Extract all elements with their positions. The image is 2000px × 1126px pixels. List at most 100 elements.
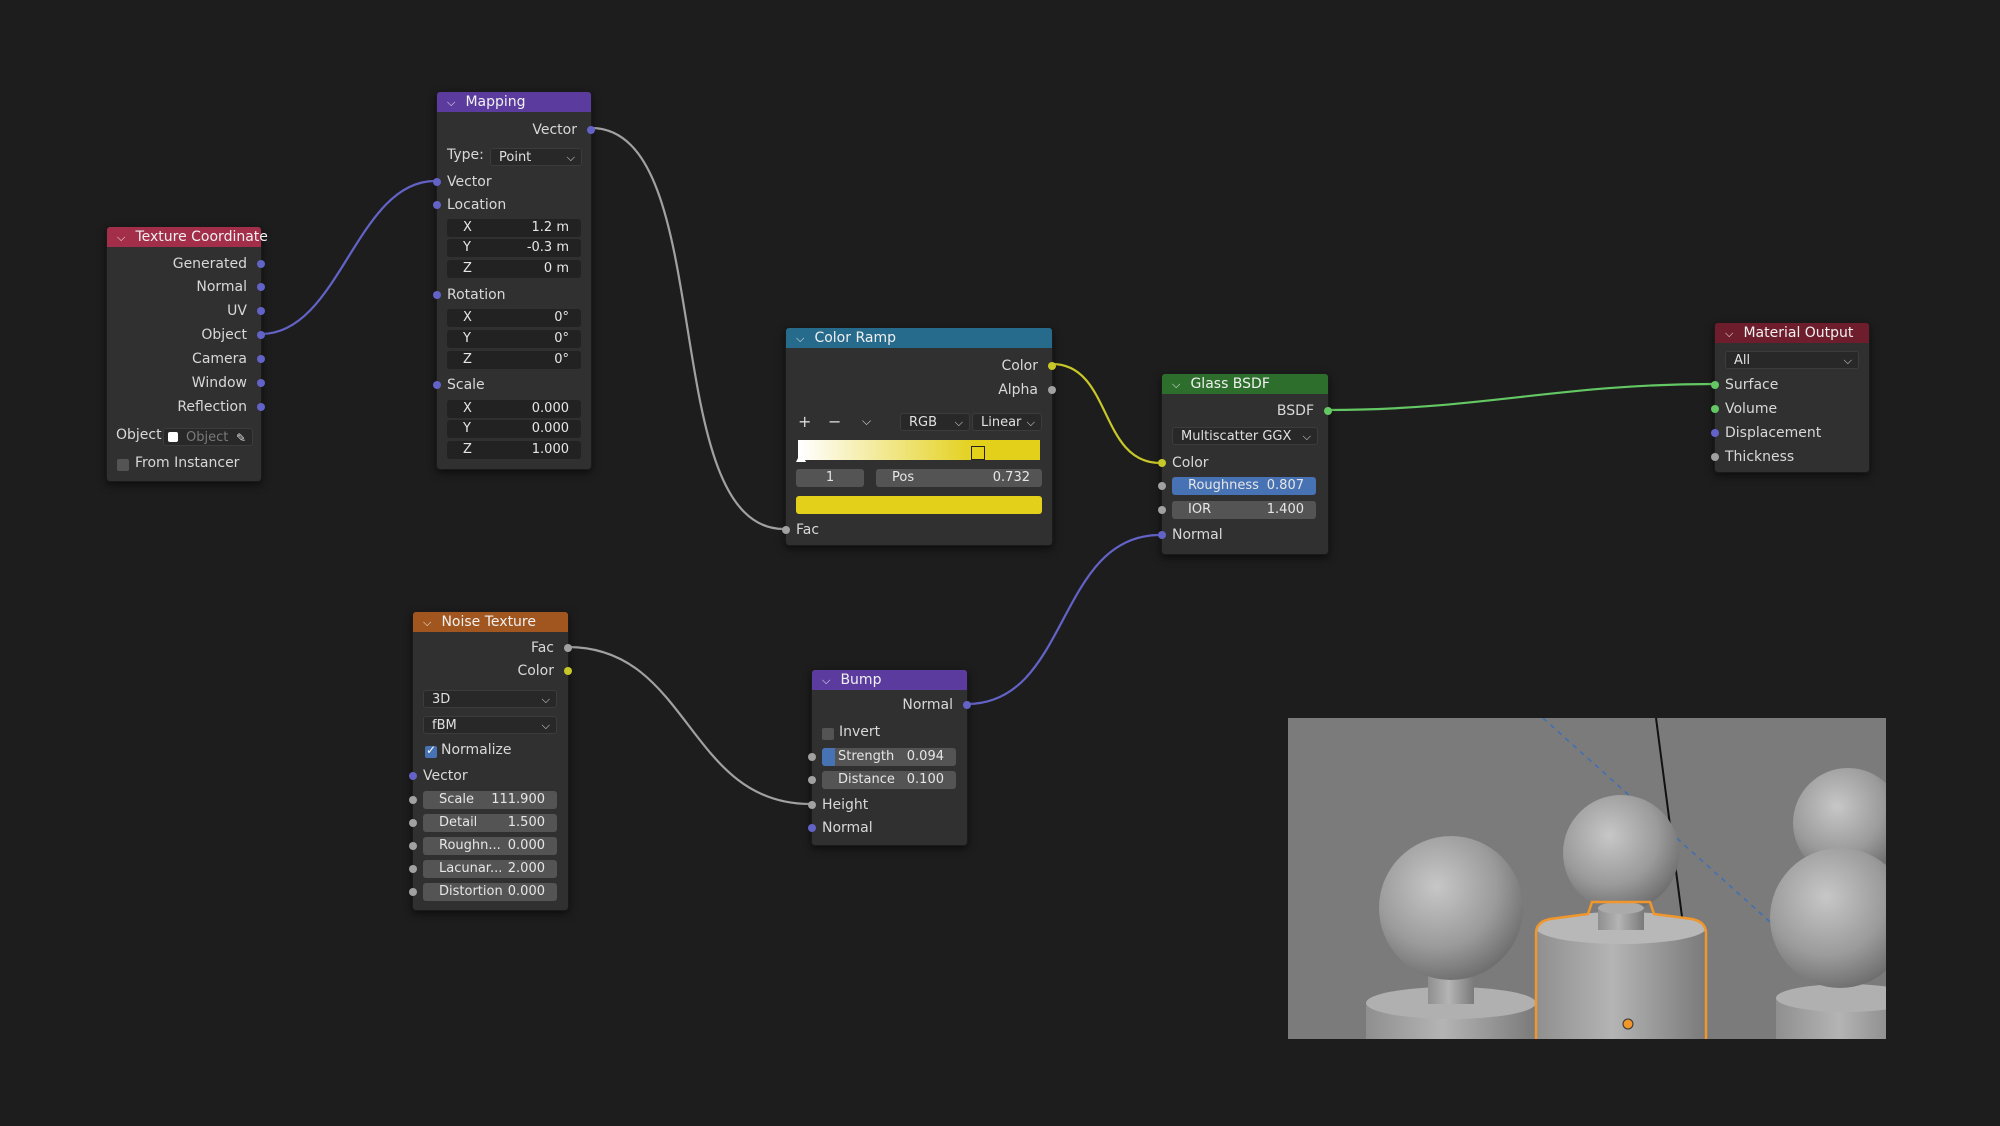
socket-color-out[interactable]: [564, 667, 572, 675]
distribution-dropdown[interactable]: Multiscatter GGX ⌵: [1172, 427, 1318, 445]
chevron-down-icon: ⌵: [1302, 430, 1311, 443]
socket-normal-in[interactable]: [1158, 531, 1166, 539]
ior-field[interactable]: IOR 1.400: [1172, 501, 1316, 519]
color-mode-dropdown[interactable]: RGB ⌵: [900, 413, 970, 431]
roughness-field[interactable]: Roughness 0.807: [1172, 477, 1316, 495]
socket-normal[interactable]: [257, 283, 265, 291]
chevron-down-icon[interactable]: ⌵: [423, 613, 437, 633]
stop-pos-field[interactable]: Pos 0.732: [876, 469, 1042, 487]
color-ramp-gradient[interactable]: [798, 440, 1040, 460]
color-ramp-node[interactable]: ⌵ Color Ramp Color Alpha + − ⌵ RGB ⌵ Lin…: [782, 327, 1056, 546]
target-dropdown[interactable]: All ⌵: [1725, 351, 1859, 369]
eyedropper-icon[interactable]: ✎: [236, 429, 246, 447]
socket-alpha-out[interactable]: [1048, 386, 1056, 394]
stop-handle-0[interactable]: [796, 452, 806, 462]
from-instancer-checkbox[interactable]: [117, 459, 129, 471]
invert-checkbox[interactable]: [822, 728, 834, 740]
socket-volume[interactable]: [1711, 405, 1719, 413]
socket-uv[interactable]: [257, 307, 265, 315]
remove-stop-button[interactable]: −: [828, 412, 841, 431]
rotation-y-field[interactable]: Y 0°: [447, 330, 581, 348]
socket-displacement[interactable]: [1711, 429, 1719, 437]
rotation-z-field[interactable]: Z 0°: [447, 351, 581, 369]
chevron-down-icon[interactable]: ⌵: [117, 228, 131, 248]
socket-color-in[interactable]: [1158, 459, 1166, 467]
socket-height[interactable]: [808, 801, 816, 809]
socket-scale[interactable]: [409, 796, 417, 804]
socket-detail[interactable]: [409, 819, 417, 827]
socket-fac-in[interactable]: [782, 526, 790, 534]
socket-vector-in[interactable]: [433, 178, 441, 186]
chevron-down-icon[interactable]: ⌵: [796, 329, 810, 349]
location-y-field[interactable]: Y -0.3 m: [447, 239, 581, 257]
socket-roughness[interactable]: [1158, 482, 1166, 490]
stop-handle-1[interactable]: [971, 446, 985, 460]
chevron-down-icon[interactable]: ⌵: [1172, 375, 1186, 395]
distortion-field[interactable]: Distortion 0.000: [423, 883, 557, 901]
dimensions-dropdown[interactable]: 3D ⌵: [423, 690, 557, 708]
socket-object[interactable]: [257, 331, 265, 339]
location-z-field[interactable]: Z0 m: [447, 260, 581, 278]
bump-node[interactable]: ⌵ Bump Normal Invert Strength 0.094 Dista…: [808, 669, 971, 846]
type-dropdown[interactable]: Point ⌵: [490, 148, 582, 166]
texture-coordinate-header[interactable]: ⌵ Texture Coordinate: [107, 227, 268, 248]
stop-index-field[interactable]: 1: [796, 469, 864, 487]
chevron-down-icon[interactable]: ⌵: [822, 671, 836, 691]
mapping-header[interactable]: ⌵ Mapping: [437, 92, 591, 112]
add-stop-button[interactable]: +: [798, 412, 811, 431]
rotation-x-field[interactable]: X 0°: [447, 309, 581, 327]
noise-texture-node[interactable]: ⌵ Noise Texture Fac Color 3D ⌵ fBM ⌵ Nor…: [409, 611, 572, 911]
socket-fac-out[interactable]: [564, 644, 572, 652]
socket-normal-in[interactable]: [808, 824, 816, 832]
chevron-down-icon[interactable]: ⌵: [1725, 324, 1739, 344]
mapping-node[interactable]: ⌵ Mapping Vector Type: Point ⌵ Vector Lo…: [433, 91, 595, 470]
socket-window[interactable]: [257, 379, 265, 387]
socket-surface[interactable]: [1711, 381, 1719, 389]
socket-roughness[interactable]: [409, 842, 417, 850]
glass-bsdf-node[interactable]: ⌵ Glass BSDF BSDF Multiscatter GGX ⌵ Col…: [1158, 373, 1332, 555]
socket-strength[interactable]: [808, 753, 816, 761]
distance-field[interactable]: Distance 0.100: [822, 771, 956, 789]
bump-header[interactable]: ⌵ Bump: [812, 670, 967, 690]
lacunarity-field[interactable]: Lacunar... 2.000: [423, 860, 557, 878]
material-output-header[interactable]: ⌵ Material Output: [1715, 323, 1869, 343]
scale-field[interactable]: Scale 111.900: [423, 791, 557, 809]
socket-thickness[interactable]: [1711, 453, 1719, 461]
roughness-field[interactable]: Roughn... 0.000: [423, 837, 557, 855]
socket-color-out[interactable]: [1048, 362, 1056, 370]
socket-vector-in[interactable]: [409, 772, 417, 780]
scale-z-field[interactable]: Z 1.000: [447, 441, 581, 459]
scale-y-field[interactable]: Y 0.000: [447, 420, 581, 438]
socket-vector-out[interactable]: [587, 126, 595, 134]
socket-lacunarity[interactable]: [409, 865, 417, 873]
socket-reflection[interactable]: [257, 403, 265, 411]
object-field[interactable]: Object ✎: [163, 428, 253, 446]
scale-x-field[interactable]: X 0.000: [447, 400, 581, 418]
noise-texture-header[interactable]: ⌵ Noise Texture: [413, 612, 568, 632]
socket-bsdf-out[interactable]: [1324, 407, 1332, 415]
texture-coordinate-node[interactable]: ⌵ Texture Coordinate Generated Normal UV…: [106, 226, 268, 482]
interpolation-dropdown[interactable]: Linear ⌵: [972, 413, 1042, 431]
color-ramp-header[interactable]: ⌵ Color Ramp: [786, 328, 1052, 348]
socket-distance[interactable]: [808, 776, 816, 784]
noise-type-dropdown[interactable]: fBM ⌵: [423, 716, 557, 734]
socket-generated[interactable]: [257, 260, 265, 268]
output-vector: Vector: [532, 122, 577, 138]
socket-camera[interactable]: [257, 355, 265, 363]
material-output-node[interactable]: ⌵ Material Output All ⌵ Surface Volume D…: [1711, 322, 1870, 473]
stop-color-swatch[interactable]: [796, 496, 1042, 514]
socket-location[interactable]: [433, 201, 441, 209]
strength-field[interactable]: Strength 0.094: [822, 748, 956, 766]
socket-normal-out[interactable]: [963, 701, 971, 709]
socket-rotation[interactable]: [433, 291, 441, 299]
glass-bsdf-header[interactable]: ⌵ Glass BSDF: [1162, 374, 1328, 394]
socket-scale[interactable]: [433, 381, 441, 389]
socket-distortion[interactable]: [409, 888, 417, 896]
viewport-preview[interactable]: [1288, 718, 1886, 1039]
socket-ior[interactable]: [1158, 506, 1166, 514]
chevron-down-icon[interactable]: ⌵: [862, 414, 871, 429]
detail-field[interactable]: Detail 1.500: [423, 814, 557, 832]
location-x-field[interactable]: X 1.2 m: [447, 219, 581, 237]
normalize-checkbox[interactable]: [425, 743, 437, 758]
chevron-down-icon[interactable]: ⌵: [447, 93, 461, 113]
